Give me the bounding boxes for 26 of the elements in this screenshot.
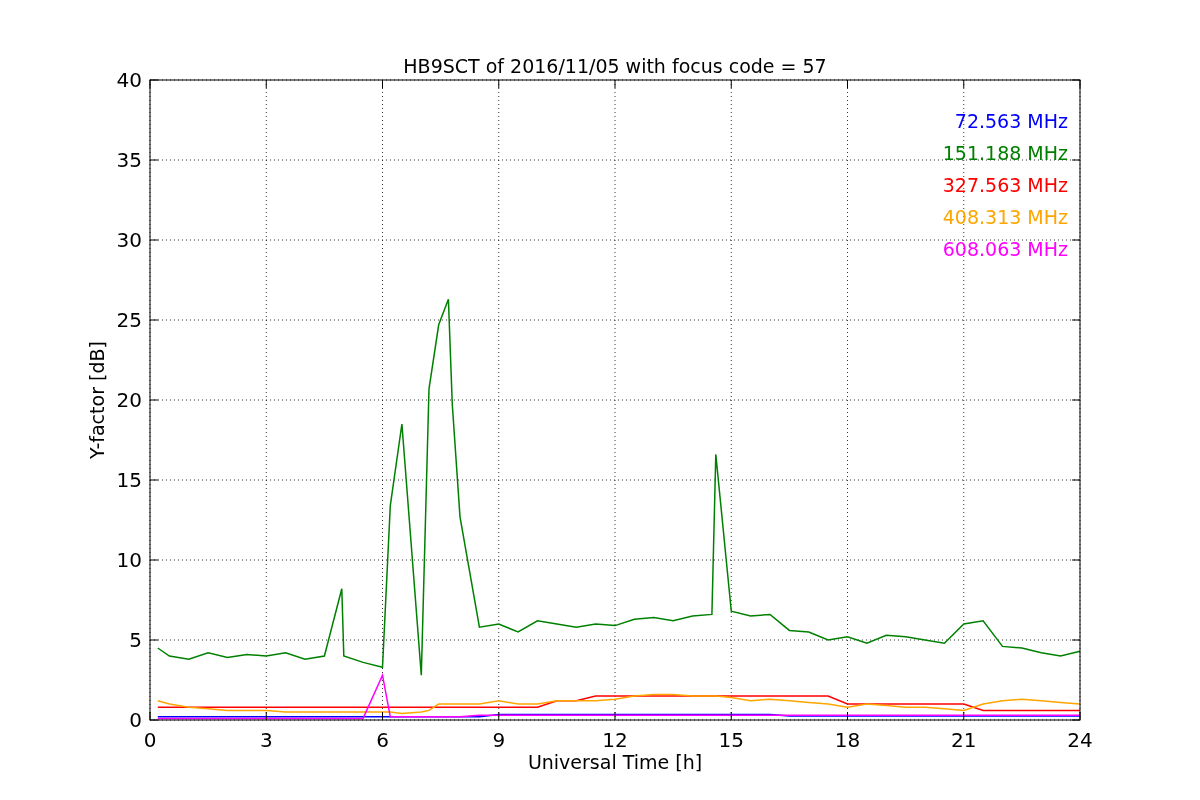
chart-title: HB9SCT of 2016/11/05 with focus code = 57 (403, 55, 827, 77)
tick-label: 15 (718, 728, 744, 752)
tick-label: 18 (834, 728, 861, 752)
tick-label: 9 (492, 728, 506, 752)
tick-label: 21 (951, 728, 977, 752)
tick-label: 35 (116, 148, 142, 172)
legend-label: 327.563 MHz (942, 174, 1068, 196)
tick-label: 30 (116, 228, 142, 252)
axis-label: Universal Time [h] (527, 751, 703, 773)
legend-label: 608.063 MHz (942, 238, 1068, 260)
legend-label: 72.563 MHz (954, 110, 1068, 132)
tick-label: 0 (129, 708, 142, 732)
tick-label: 15 (116, 468, 142, 492)
axis-label: Y-factor [dB] (86, 341, 108, 459)
tick-label: 25 (116, 308, 142, 332)
tick-label: 12 (602, 728, 628, 752)
tick-label: 0 (143, 728, 157, 752)
legend-label: 151.188 MHz (942, 142, 1068, 164)
tick-label: 5 (129, 628, 142, 652)
tick-label: 40 (116, 68, 142, 92)
legend-label: 408.313 MHz (942, 206, 1068, 228)
tick-label: 20 (116, 388, 142, 412)
tick-label: 10 (116, 548, 142, 572)
tick-label: 3 (259, 728, 273, 752)
tick-label: 24 (1067, 728, 1093, 752)
tick-label: 6 (376, 728, 389, 752)
